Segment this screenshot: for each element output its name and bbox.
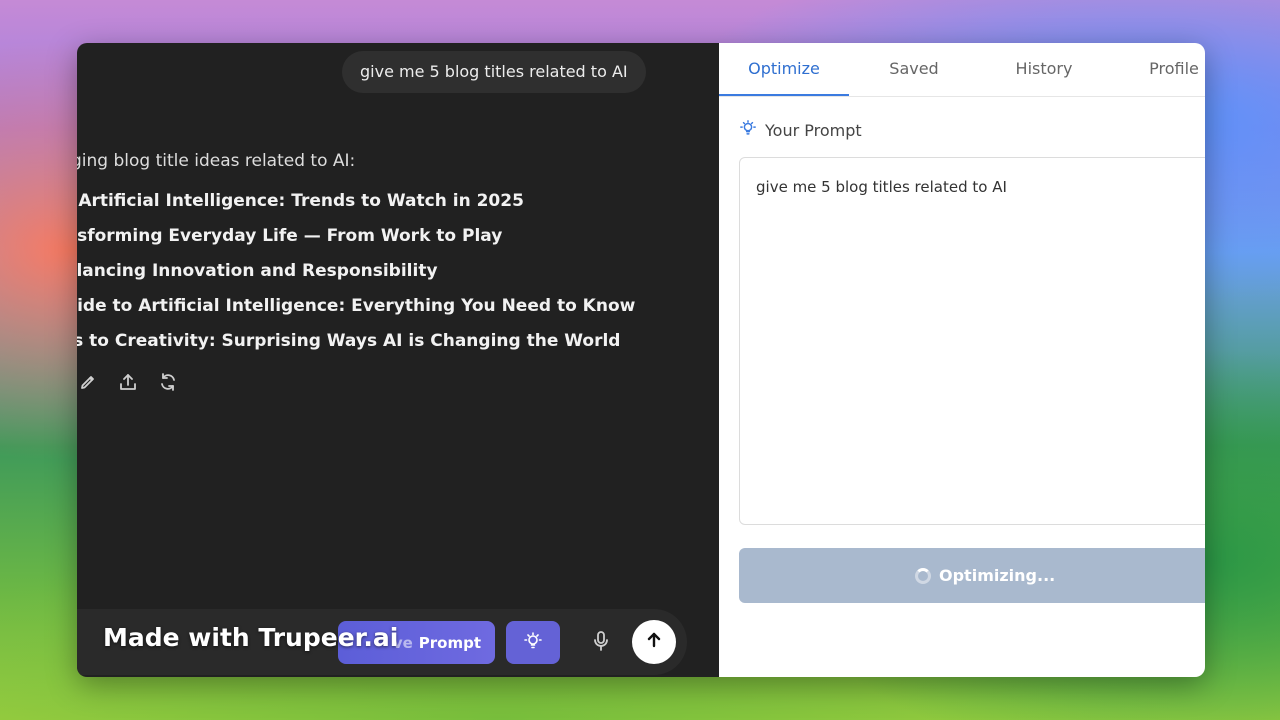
edit-icon[interactable]: [77, 371, 99, 393]
optimize-button[interactable]: Optimizing...: [739, 548, 1205, 603]
app-window: give me 5 blog titles related to AI ging…: [77, 43, 1205, 677]
optimize-button-label: Optimizing...: [939, 566, 1055, 585]
user-message-bubble: give me 5 blog titles related to AI: [342, 51, 646, 93]
lightbulb-icon: [739, 119, 757, 141]
tab-saved[interactable]: Saved: [849, 43, 979, 96]
list-item: alancing Innovation and Responsibility: [77, 258, 635, 293]
chat-panel: give me 5 blog titles related to AI ging…: [77, 43, 719, 677]
blog-title-list: f Artificial Intelligence: Trends to Wat…: [77, 188, 635, 363]
list-item: f Artificial Intelligence: Trends to Wat…: [77, 188, 635, 223]
list-item: nsforming Everyday Life — From Work to P…: [77, 223, 635, 258]
spinner-icon: [915, 568, 931, 584]
tab-profile[interactable]: Profile: [1109, 43, 1205, 96]
regenerate-icon[interactable]: [157, 371, 179, 393]
watermark: Made with Trupeer.ai: [103, 623, 398, 652]
improve-prompt-label: Prompt: [419, 634, 481, 652]
prompt-textarea[interactable]: give me 5 blog titles related to AI: [739, 157, 1205, 525]
message-actions: [77, 371, 179, 393]
assistant-intro-text: ging blog title ideas related to AI:: [77, 151, 355, 171]
microphone-button[interactable]: [587, 629, 615, 657]
lightbulb-icon: [523, 631, 543, 655]
your-prompt-label: Your Prompt: [765, 121, 862, 140]
send-button[interactable]: [632, 620, 676, 664]
lightbulb-button[interactable]: [506, 621, 560, 664]
tab-bar: Optimize Saved History Profile: [719, 43, 1205, 97]
prompt-optimizer-panel: Optimize Saved History Profile Your Prom…: [719, 43, 1205, 677]
tab-optimize[interactable]: Optimize: [719, 43, 849, 96]
share-icon[interactable]: [117, 371, 139, 393]
tab-history[interactable]: History: [979, 43, 1109, 96]
list-item: ts to Creativity: Surprising Ways AI is …: [77, 328, 635, 363]
list-item: uide to Artificial Intelligence: Everyth…: [77, 293, 635, 328]
microphone-icon: [592, 630, 610, 656]
arrow-up-icon: [644, 630, 664, 654]
your-prompt-heading: Your Prompt: [739, 119, 862, 141]
